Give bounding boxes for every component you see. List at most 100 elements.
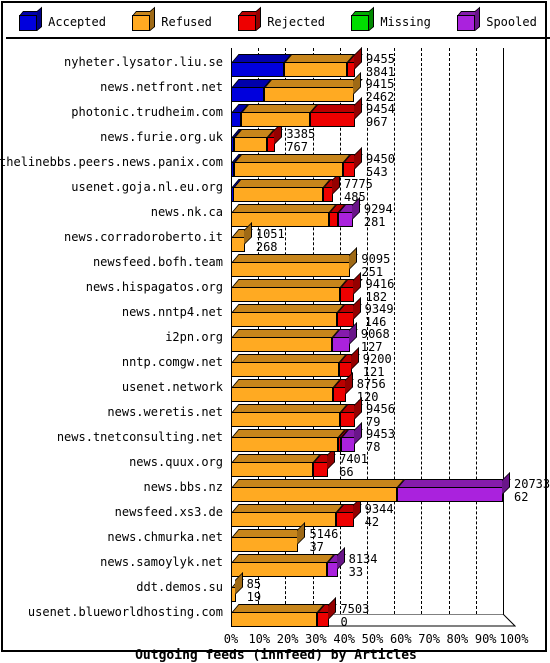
bar-value-labels: 85 19 [247, 578, 261, 604]
chart-legend: Accepted Refused Rejected Missing Spooled [6, 6, 550, 39]
y-axis-label-18: newsfeed.xs3.de [114, 505, 223, 519]
bar-segment-accepted [231, 129, 242, 152]
legend-cube-missing-icon [351, 6, 375, 32]
y-axis-label-6: news.nk.ca [150, 205, 223, 219]
bar-segment-refused [231, 304, 345, 327]
bar-row[interactable]: 9344 42 [231, 497, 550, 529]
bar-segment-accepted [231, 54, 292, 77]
bar-row[interactable]: 7775 485 [231, 172, 550, 204]
bar-row[interactable]: 20733 62 [231, 472, 550, 504]
bar-value-labels: 5146 37 [309, 528, 338, 554]
bar-row[interactable]: 9455 3841 [231, 47, 550, 79]
bar-row[interactable]: 9068 127 [231, 322, 550, 354]
y-axis-label-15: news.tnetconsulting.net [56, 430, 223, 444]
bar-segment-top [232, 479, 405, 487]
bar-segment-refused [240, 104, 318, 127]
bar-row[interactable]: 9450 543 [231, 147, 550, 179]
legend-cube-refused-icon [132, 6, 156, 32]
legend-label: Refused [161, 14, 212, 29]
bar-segment-top [232, 79, 272, 87]
bar-segment-refused [233, 179, 331, 202]
y-axis-label-3: news.furie.org.uk [100, 130, 223, 144]
bar-value-labels: 9450 543 [366, 153, 395, 179]
bar-value-labels: 9454 967 [366, 103, 395, 129]
bar-value-labels: 7401 66 [339, 453, 368, 479]
x-tick-label-60%: 60% [389, 632, 412, 646]
y-axis-label-4: endofthelinebbs.peers.news.panix.com [0, 155, 223, 169]
bar-row[interactable]: 9454 967 [231, 97, 550, 129]
x-tick-label-30%: 30% [305, 632, 327, 646]
bar-row[interactable]: 9200 121 [231, 347, 550, 379]
bar-row[interactable]: 9453 78 [231, 422, 550, 454]
bar-segment-accepted [231, 79, 272, 102]
bar-value-labels: 9294 281 [364, 203, 393, 229]
bar-secondary-value: 66 [339, 465, 354, 479]
bar-segment-top [232, 379, 341, 387]
bar-segment-rejected [322, 172, 341, 202]
bar-segment-refused [233, 154, 351, 177]
bar-row[interactable]: 9415 2462 [231, 72, 550, 104]
bar-segment-rejected [328, 204, 346, 227]
bar-segment-top [232, 204, 337, 212]
bar-value-labels: 9095 251 [361, 253, 390, 279]
bar-row[interactable]: 9294 281 [231, 197, 550, 229]
bar-segment-top [284, 54, 355, 62]
bar-segment-refused [283, 54, 355, 77]
bar-secondary-value: 78 [366, 440, 381, 454]
bar-row[interactable]: 7401 66 [231, 447, 550, 479]
bar-segment-refused [231, 479, 405, 502]
bar-segment-accepted [231, 104, 249, 127]
x-tick-label-100%: 100% [499, 632, 529, 646]
bar-segment-top [232, 329, 340, 337]
bar-segment-refused [231, 204, 337, 227]
bar-segment-rejected [317, 597, 338, 627]
bar-segment-top [234, 179, 331, 187]
bar-row[interactable]: 9456 79 [231, 397, 550, 429]
bar-segment-spooled [396, 472, 511, 502]
bar-secondary-value: 62 [514, 490, 529, 504]
bar-row[interactable]: 9095 251 [231, 247, 550, 279]
bar-row[interactable]: 7503 0 [231, 597, 550, 629]
y-axis-label-9: news.hispagatos.org [85, 280, 223, 294]
bar-row[interactable]: 9349 146 [231, 297, 550, 329]
bar-row[interactable]: 8756 120 [231, 372, 550, 404]
legend-cube-accepted-icon [19, 6, 43, 32]
bar-value-labels: 9415 2462 [365, 78, 394, 104]
bar-segment-side [354, 47, 363, 70]
bar-row[interactable]: 3385 767 [231, 122, 550, 154]
bar-segment-refused [231, 572, 244, 602]
legend-item-spooled: Spooled [457, 6, 537, 32]
plot-area: nyheter.lysator.liu.se news.netfront.net p… [0, 40, 550, 663]
bar-segment-refused [263, 72, 363, 102]
bar-row[interactable]: 5146 37 [231, 522, 550, 554]
bar-segment-refused [231, 354, 347, 377]
bar-value-labels: 9456 79 [366, 403, 395, 429]
y-axis-label-22: usenet.blueworldhosting.com [27, 605, 223, 619]
bar-segment-rejected [335, 497, 362, 527]
legend-label: Accepted [48, 14, 106, 29]
bar-row[interactable]: 1051 268 [231, 222, 550, 254]
bar-secondary-value: 37 [309, 540, 324, 554]
bar-segment-refused [231, 504, 344, 527]
bar-segment-top [264, 79, 363, 87]
bar-segment-rejected [339, 272, 363, 302]
bar-row[interactable]: 9416 182 [231, 272, 550, 304]
x-axis-title: Outgoing feeds (innfeed) by Articles [135, 648, 417, 663]
y-axis-labels: nyheter.lysator.liu.se news.netfront.net p… [0, 40, 227, 619]
bar-segment-top [234, 154, 351, 162]
bar-secondary-value: 281 [363, 215, 386, 229]
bar-segment-rejected [313, 447, 336, 477]
bar-secondary-value: 33 [348, 565, 364, 579]
bar-value-labels: 9416 182 [365, 278, 394, 304]
bar-segment-top [232, 529, 307, 537]
bar-value-labels: 20733 62 [514, 478, 550, 504]
bar-secondary-value: 19 [246, 590, 262, 604]
bar-segment-top [241, 104, 318, 112]
bar-segment-spooled [326, 547, 346, 577]
x-tick-label-70%: 70% [418, 632, 440, 646]
legend-item-missing: Missing [351, 6, 431, 32]
y-axis-label-17: news.bbs.nz [143, 480, 223, 494]
y-axis-label-8: newsfeed.bofh.team [92, 255, 223, 269]
bar-row[interactable]: 85 19 [231, 572, 550, 604]
bar-row[interactable]: 8134 33 [231, 547, 550, 579]
